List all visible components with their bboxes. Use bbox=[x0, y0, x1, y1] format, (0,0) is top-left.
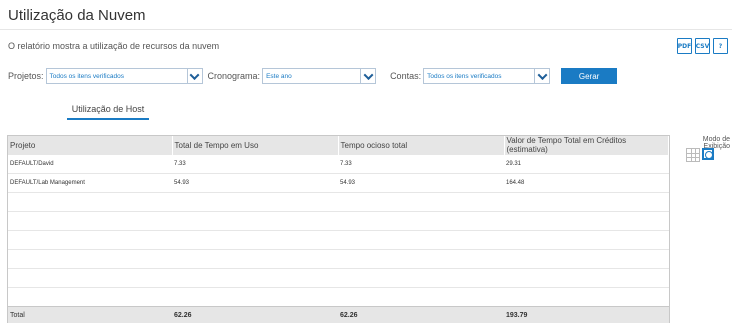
column-header[interactable]: Tempo ocioso total bbox=[338, 136, 504, 155]
total-cell: 193.79 bbox=[504, 307, 669, 323]
empty-row bbox=[8, 269, 669, 288]
empty-row bbox=[8, 231, 669, 250]
empty-row bbox=[8, 193, 669, 212]
total-cell: 62.26 bbox=[172, 307, 338, 323]
help-icon[interactable]: ? bbox=[713, 38, 728, 54]
table-row[interactable]: DEFAULT/David 7.33 7.33 29.31 bbox=[8, 155, 669, 174]
empty-row bbox=[8, 250, 669, 269]
cronograma-value: Este ano bbox=[263, 73, 360, 80]
projetos-label: Projetos: bbox=[8, 71, 44, 81]
table-cell: 7.33 bbox=[338, 155, 504, 174]
table-row[interactable]: DEFAULT/Lab Management 54.93 54.93 164.4… bbox=[8, 174, 669, 193]
total-cell: 62.26 bbox=[338, 307, 504, 323]
usage-table: Projeto Total de Tempo em Uso Tempo ocio… bbox=[7, 135, 670, 323]
chevron-down-icon[interactable] bbox=[360, 69, 375, 83]
export-toolbar: PDF CSV ? bbox=[677, 38, 728, 54]
table-cell: 54.93 bbox=[338, 174, 504, 193]
projetos-value: Todos os itens verificados bbox=[47, 73, 187, 80]
projetos-select[interactable]: Todos os itens verificados bbox=[46, 68, 203, 84]
table-cell: 54.93 bbox=[172, 174, 338, 193]
title-divider bbox=[0, 29, 732, 30]
grid-view-icon[interactable] bbox=[686, 148, 700, 162]
table-cell: DEFAULT/David bbox=[8, 155, 172, 174]
column-header[interactable]: Valor de Tempo Total em Créditos (estima… bbox=[504, 136, 669, 155]
report-description: O relatório mostra a utilização de recur… bbox=[8, 41, 219, 51]
total-row: Total 62.26 62.26 193.79 bbox=[8, 307, 669, 323]
table-cell: DEFAULT/Lab Management bbox=[8, 174, 172, 193]
page-title: Utilização da Nuvem bbox=[8, 7, 146, 24]
chart-view-icon[interactable] bbox=[702, 148, 714, 160]
pdf-export-icon[interactable]: PDF bbox=[677, 38, 692, 54]
contas-value: Todos os itens verificados bbox=[424, 73, 534, 80]
table-cell: 29.31 bbox=[504, 155, 669, 174]
empty-row bbox=[8, 212, 669, 231]
table-cell: 7.33 bbox=[172, 155, 338, 174]
cronograma-select[interactable]: Este ano bbox=[262, 68, 376, 84]
column-header[interactable]: Projeto bbox=[8, 136, 172, 155]
table-cell: 164.48 bbox=[504, 174, 669, 193]
tab-utilizacao-de-host[interactable]: Utilização de Host bbox=[67, 104, 149, 120]
chevron-down-icon[interactable] bbox=[534, 69, 549, 83]
empty-row bbox=[8, 288, 669, 307]
total-label: Total bbox=[8, 307, 172, 323]
filter-bar: Projetos: Todos os itens verificados Cro… bbox=[8, 68, 617, 84]
table-header-row: Projeto Total de Tempo em Uso Tempo ocio… bbox=[8, 136, 669, 155]
csv-export-icon[interactable]: CSV bbox=[695, 38, 710, 54]
gerar-button[interactable]: Gerar bbox=[561, 68, 617, 84]
column-header[interactable]: Total de Tempo em Uso bbox=[172, 136, 338, 155]
contas-label: Contas: bbox=[390, 71, 421, 81]
contas-select[interactable]: Todos os itens verificados bbox=[423, 68, 550, 84]
cronograma-label: Cronograma: bbox=[208, 71, 261, 81]
view-mode-toggle bbox=[686, 148, 714, 162]
chevron-down-icon[interactable] bbox=[187, 69, 202, 83]
